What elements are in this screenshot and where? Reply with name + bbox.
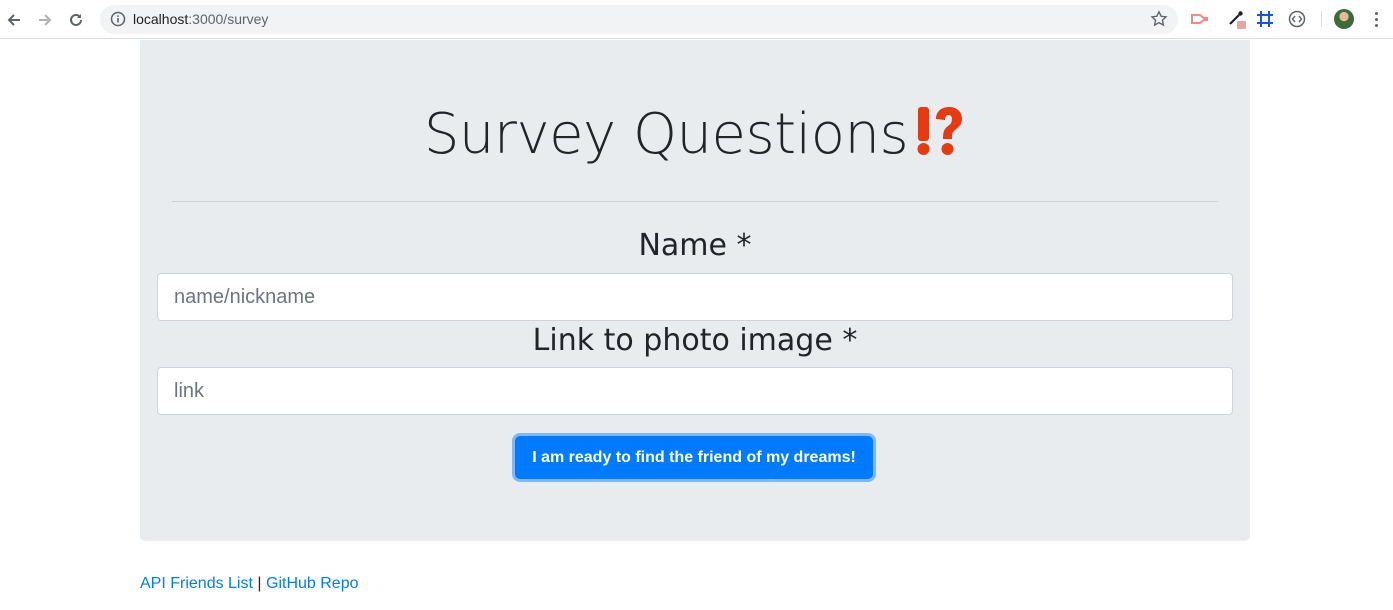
exclamation-question-icon: [914, 105, 966, 171]
api-friends-list-link[interactable]: API Friends List: [140, 575, 253, 592]
photo-link-input[interactable]: [157, 367, 1233, 415]
back-icon[interactable]: [2, 8, 26, 32]
name-label: Name *: [638, 228, 752, 263]
grid-extension-icon[interactable]: [1255, 9, 1275, 29]
code-extension-icon[interactable]: [1287, 9, 1307, 29]
photo-link-label: Link to photo image *: [532, 323, 858, 358]
footer-links: API Friends List | GitHub Repo: [140, 575, 359, 593]
site-info-icon[interactable]: [110, 11, 126, 32]
page-title-text: Survey Questions: [423, 102, 909, 167]
github-repo-link[interactable]: GitHub Repo: [266, 575, 359, 592]
extension-icon[interactable]: [1190, 9, 1210, 29]
page-title: Survey Questions: [140, 102, 1250, 171]
browser-toolbar: localhost:3000/survey: [0, 0, 1393, 39]
profile-avatar[interactable]: [1334, 9, 1354, 29]
eyedropper-extension-icon[interactable]: [1227, 9, 1247, 29]
url-text: localhost:3000/survey: [133, 11, 269, 27]
survey-jumbotron: Survey Questions Name * Link to photo im…: [140, 40, 1250, 541]
toolbar-separator: [1321, 11, 1322, 27]
address-bar[interactable]: localhost:3000/survey: [100, 5, 1178, 34]
title-divider: [172, 201, 1218, 202]
bookmark-star-icon[interactable]: [1150, 10, 1168, 33]
reload-icon[interactable]: [64, 8, 88, 32]
submit-button[interactable]: I am ready to find the friend of my drea…: [515, 436, 873, 479]
forward-icon[interactable]: [33, 8, 57, 32]
name-input[interactable]: [157, 273, 1233, 321]
browser-menu-icon[interactable]: [1368, 9, 1384, 29]
footer-separator: |: [257, 575, 262, 592]
